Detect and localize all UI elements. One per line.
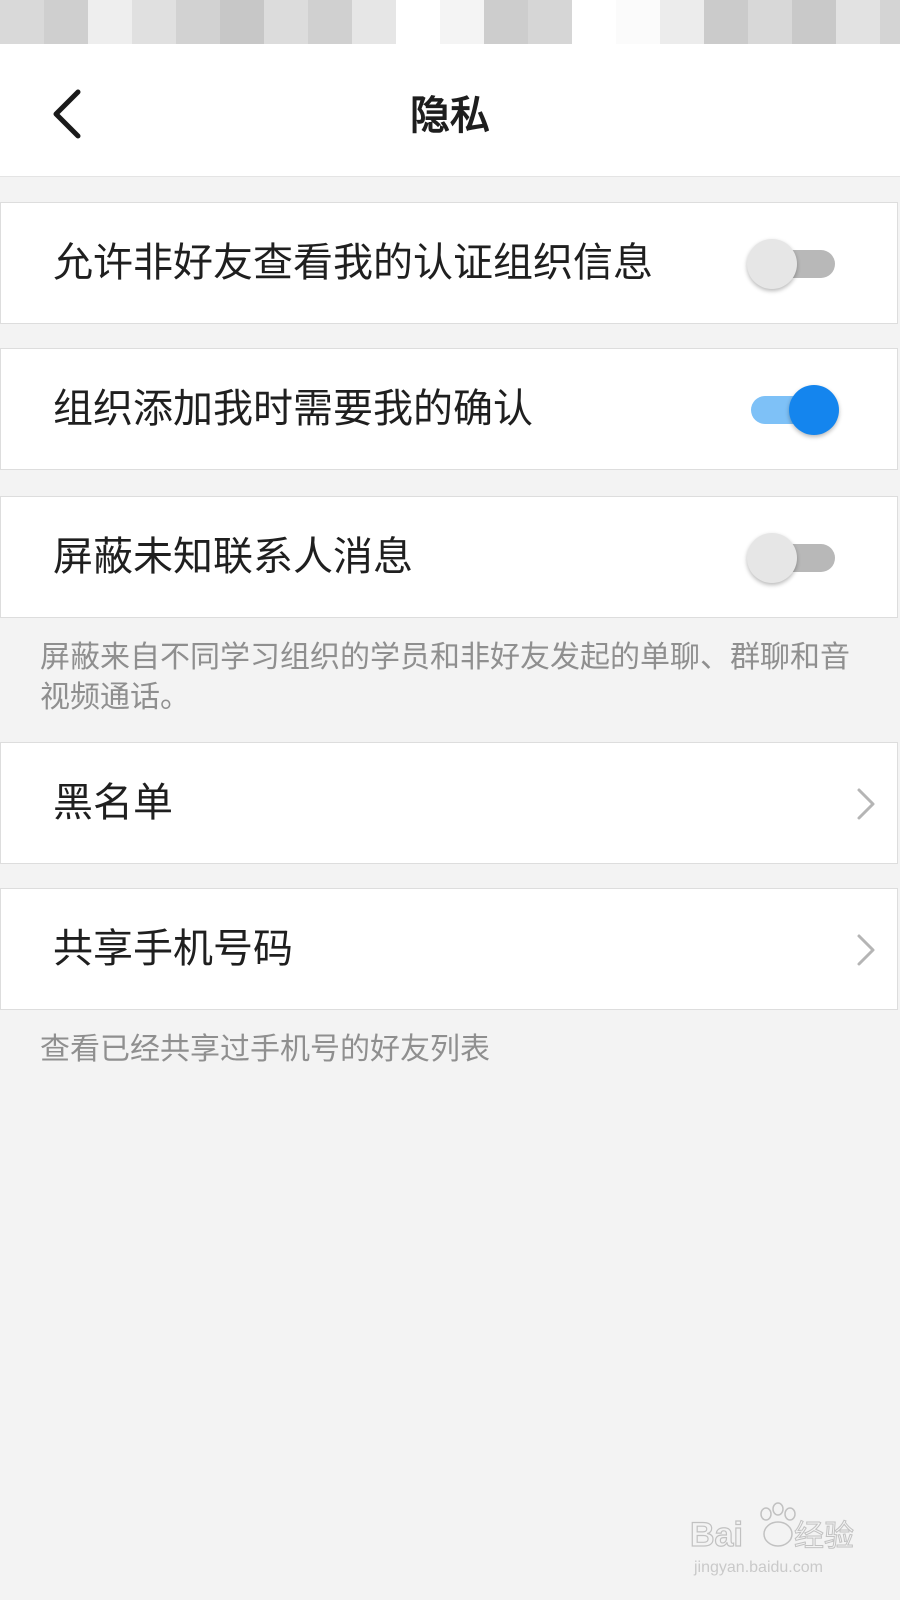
setting-row-allow-nonfriend-view-org: 允许非好友查看我的认证组织信息	[0, 202, 898, 324]
chevron-right-icon	[853, 933, 879, 967]
toggle-knob	[747, 533, 797, 583]
org-add-requires-confirm-toggle[interactable]	[747, 385, 839, 435]
setting-label: 组织添加我时需要我的确认	[53, 386, 533, 432]
allow-nonfriend-view-org-toggle[interactable]	[747, 239, 839, 289]
setting-label: 共享手机号码	[53, 926, 293, 972]
toggle-knob	[747, 239, 797, 289]
svg-text:jingyan.baidu.com: jingyan.baidu.com	[693, 1559, 823, 1576]
setting-label: 允许非好友查看我的认证组织信息	[53, 240, 653, 286]
chevron-right-icon	[853, 787, 879, 821]
setting-label: 屏蔽未知联系人消息	[53, 534, 413, 580]
setting-row-share-phone[interactable]: 共享手机号码	[0, 888, 898, 1010]
svg-text:Bai: Bai	[690, 1516, 743, 1554]
share-phone-description: 查看已经共享过手机号的好友列表	[40, 1032, 490, 1067]
svg-text:经验: 经验	[794, 1520, 854, 1553]
setting-row-org-add-requires-confirm: 组织添加我时需要我的确认	[0, 348, 898, 470]
block-unknown-contacts-toggle[interactable]	[747, 533, 839, 583]
navigation-bar: 隐私	[0, 44, 900, 177]
page-title: 隐私	[410, 93, 490, 139]
setting-row-blacklist[interactable]: 黑名单	[0, 742, 898, 864]
toggle-knob	[789, 385, 839, 435]
status-bar	[0, 0, 900, 44]
baidu-jingyan-watermark-logo: Bai 经验 jingyan.baidu.com	[689, 1500, 880, 1590]
block-unknown-contacts-description: 屏蔽来自不同学习组织的学员和非好友发起的单聊、群聊和音视频通话。	[40, 640, 850, 715]
setting-label: 黑名单	[53, 780, 173, 826]
setting-row-block-unknown-contacts: 屏蔽未知联系人消息	[0, 496, 898, 618]
